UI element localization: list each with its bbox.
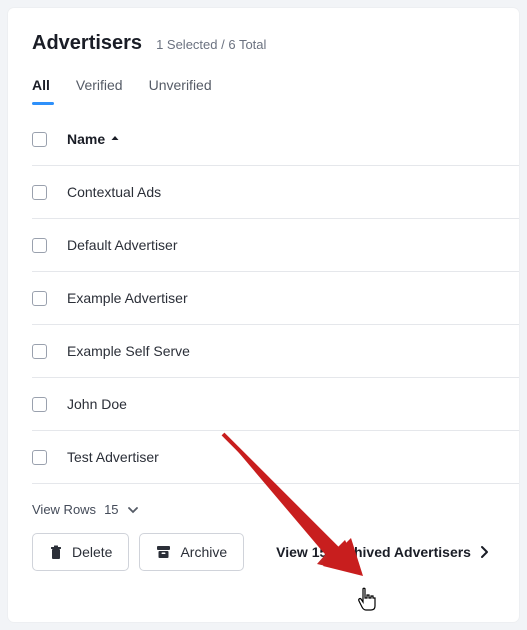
chevron-down-icon bbox=[127, 504, 139, 516]
delete-label: Delete bbox=[72, 544, 112, 560]
table-row[interactable]: Example Advertiser bbox=[32, 272, 519, 325]
table-row[interactable]: Example Self Serve bbox=[32, 325, 519, 378]
table-header: Name bbox=[32, 113, 519, 166]
tab-all[interactable]: All bbox=[32, 77, 50, 105]
sort-asc-icon bbox=[109, 133, 121, 145]
tab-unverified[interactable]: Unverified bbox=[149, 77, 212, 105]
trash-icon bbox=[49, 545, 63, 560]
row-name: Default Advertiser bbox=[67, 237, 178, 253]
table-row[interactable]: Test Advertiser bbox=[32, 431, 519, 484]
view-archived-link[interactable]: View 15 Archived Advertisers bbox=[276, 544, 489, 560]
row-name: John Doe bbox=[67, 396, 127, 412]
archived-link-label: View 15 Archived Advertisers bbox=[276, 544, 471, 560]
column-name-header[interactable]: Name bbox=[67, 131, 121, 147]
selection-status: 1 Selected / 6 Total bbox=[156, 37, 266, 52]
select-all-checkbox[interactable] bbox=[32, 132, 47, 147]
action-bar: Delete Archive View 15 Archived Advertis… bbox=[32, 533, 519, 571]
row-checkbox[interactable] bbox=[32, 291, 47, 306]
view-rows-label: View Rows bbox=[32, 502, 96, 517]
table-row[interactable]: Contextual Ads bbox=[32, 166, 519, 219]
archive-icon bbox=[156, 545, 171, 559]
row-checkbox[interactable] bbox=[32, 185, 47, 200]
view-rows-value: 15 bbox=[104, 502, 118, 517]
cursor-pointer-icon bbox=[357, 587, 379, 618]
archive-button[interactable]: Archive bbox=[139, 533, 244, 571]
row-checkbox[interactable] bbox=[32, 344, 47, 359]
chevron-right-icon bbox=[479, 545, 489, 559]
row-name: Contextual Ads bbox=[67, 184, 161, 200]
view-rows-selector[interactable]: View Rows 15 bbox=[32, 502, 519, 517]
row-name: Test Advertiser bbox=[67, 449, 159, 465]
page-title: Advertisers bbox=[32, 32, 142, 55]
row-checkbox[interactable] bbox=[32, 238, 47, 253]
row-checkbox[interactable] bbox=[32, 397, 47, 412]
row-checkbox[interactable] bbox=[32, 450, 47, 465]
delete-button[interactable]: Delete bbox=[32, 533, 129, 571]
row-name: Example Advertiser bbox=[67, 290, 188, 306]
panel-footer: View Rows 15 Delete Archive View 15 Arch… bbox=[32, 502, 519, 571]
row-name: Example Self Serve bbox=[67, 343, 190, 359]
archive-label: Archive bbox=[180, 544, 227, 560]
panel-header: Advertisers 1 Selected / 6 Total bbox=[32, 32, 519, 55]
table-row[interactable]: Default Advertiser bbox=[32, 219, 519, 272]
filter-tabs: All Verified Unverified bbox=[32, 77, 519, 105]
tab-verified[interactable]: Verified bbox=[76, 77, 123, 105]
advertisers-panel: Advertisers 1 Selected / 6 Total All Ver… bbox=[8, 8, 519, 622]
table-row[interactable]: John Doe bbox=[32, 378, 519, 431]
column-name-label: Name bbox=[67, 131, 105, 147]
